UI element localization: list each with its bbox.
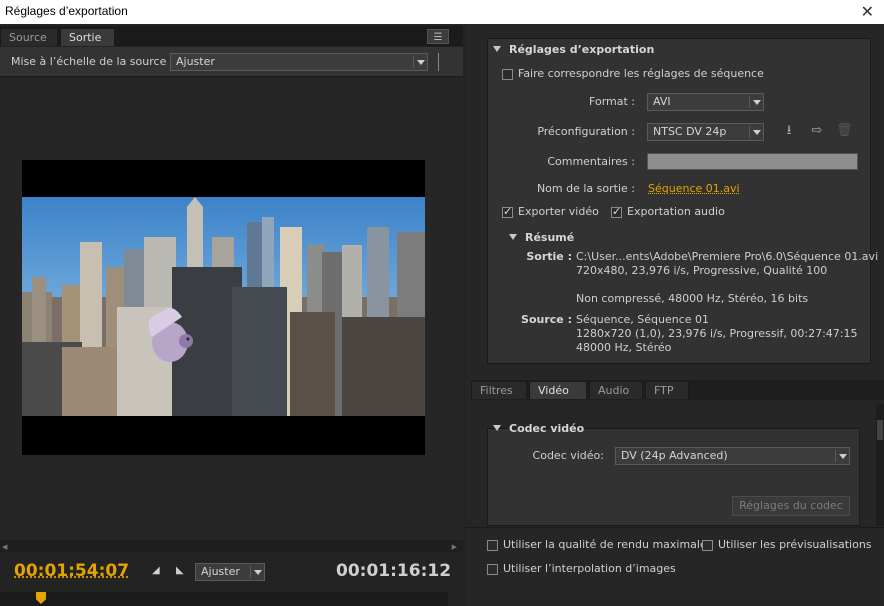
settings-vertical-scrollbar[interactable] bbox=[876, 404, 884, 526]
current-timecode[interactable]: 00:01:54:07 bbox=[14, 561, 129, 581]
set-in-point-icon[interactable]: ◢ bbox=[152, 565, 160, 576]
export-video-label: Exporter vidéo bbox=[518, 205, 599, 218]
summary-source-key: Source : bbox=[521, 313, 572, 326]
timecode-bar: 00:01:54:07 ◢ ◣ Ajuster 00:01:16:12 bbox=[0, 552, 463, 592]
match-sequence-label: Faire correspondre les réglages de séque… bbox=[518, 67, 764, 80]
timeline-scrubber[interactable] bbox=[0, 592, 448, 606]
delete-preset-icon[interactable]: 🗑 bbox=[836, 123, 853, 139]
tab-audio[interactable]: Audio bbox=[589, 381, 643, 399]
chevron-down-icon bbox=[749, 126, 761, 138]
crop-divider bbox=[438, 53, 439, 71]
tab-output[interactable]: Sortie bbox=[60, 28, 115, 46]
chevron-down-icon bbox=[749, 96, 761, 108]
window-title: Réglages d’exportation bbox=[5, 4, 128, 18]
format-value: AVI bbox=[653, 95, 671, 108]
output-name-link[interactable]: Séquence 01.avi bbox=[648, 182, 740, 195]
collapse-triangle-icon bbox=[509, 234, 517, 240]
tab-source[interactable]: Source bbox=[0, 28, 58, 46]
output-name-label: Nom de la sortie : bbox=[536, 182, 635, 195]
format-select[interactable]: AVI bbox=[647, 93, 764, 111]
playhead-icon[interactable] bbox=[36, 592, 46, 604]
collapse-triangle-icon bbox=[493, 425, 501, 431]
zoom-value: Ajuster bbox=[201, 565, 240, 578]
tab-filters[interactable]: Filtres bbox=[471, 381, 527, 399]
video-codec-label: Codec vidéo: bbox=[532, 449, 604, 462]
preset-select[interactable]: NTSC DV 24p bbox=[647, 123, 764, 141]
summary-output-key: Sortie : bbox=[526, 250, 572, 263]
window-title-bar: Réglages d’exportation ✕ bbox=[0, 0, 884, 24]
preset-value: NTSC DV 24p bbox=[653, 125, 727, 138]
max-render-quality-label: Utiliser la qualité de rendu maximale bbox=[503, 538, 707, 551]
video-preview bbox=[22, 160, 425, 455]
tab-ftp[interactable]: FTP bbox=[645, 381, 689, 399]
preset-label: Préconfiguration : bbox=[537, 125, 635, 138]
panel-menu-icon[interactable]: ☰ bbox=[427, 29, 449, 44]
use-previews-checkbox[interactable] bbox=[702, 540, 713, 551]
settings-tab-bar: Filtres Vidéo Audio FTP bbox=[471, 380, 884, 400]
format-label: Format : bbox=[589, 95, 635, 108]
use-previews-label: Utiliser les prévisualisations bbox=[718, 538, 872, 551]
summary-header[interactable]: Résumé bbox=[509, 231, 574, 244]
source-scaling-label: Mise à l’échelle de la source : bbox=[11, 55, 174, 68]
preview-horizontal-scrollbar[interactable]: ◀ ▶ bbox=[0, 540, 463, 552]
summary-source-value: Séquence, Séquence 01 1280x720 (1,0), 23… bbox=[576, 313, 858, 354]
video-codec-header[interactable]: Codec vidéo bbox=[493, 422, 584, 435]
duration-timecode: 00:01:16:12 bbox=[336, 561, 452, 581]
codec-settings-button[interactable]: Réglages du codec bbox=[732, 496, 850, 516]
export-audio-label: Exportation audio bbox=[627, 205, 725, 218]
collapse-triangle-icon bbox=[493, 46, 501, 52]
tab-video[interactable]: Vidéo bbox=[529, 381, 587, 399]
source-scaling-row: Mise à l’échelle de la source : Ajuster bbox=[0, 47, 463, 77]
chevron-down-icon bbox=[250, 566, 262, 578]
preview-tab-bar: Source Sortie ☰ bbox=[0, 26, 463, 46]
city-skyline-image bbox=[22, 197, 425, 416]
frame-blending-checkbox[interactable] bbox=[487, 564, 498, 575]
summary-output-value: C:\User...ents\Adobe\Premiere Pro\6.0\Sé… bbox=[576, 250, 879, 305]
save-preset-icon[interactable]: ⭳ bbox=[781, 123, 797, 139]
source-scaling-value: Ajuster bbox=[176, 55, 215, 68]
video-codec-select[interactable]: DV (24p Advanced) bbox=[615, 447, 850, 465]
max-render-quality-checkbox[interactable] bbox=[487, 540, 498, 551]
zoom-select[interactable]: Ajuster bbox=[195, 563, 265, 581]
comments-label: Commentaires : bbox=[547, 155, 635, 168]
source-scaling-select[interactable]: Ajuster bbox=[170, 53, 428, 71]
chevron-down-icon bbox=[413, 56, 425, 68]
chevron-down-icon bbox=[835, 450, 847, 462]
export-audio-checkbox[interactable] bbox=[611, 205, 622, 218]
import-preset-icon[interactable]: ⇨ bbox=[809, 123, 825, 139]
video-codec-value: DV (24p Advanced) bbox=[621, 449, 728, 462]
match-sequence-checkbox[interactable] bbox=[502, 69, 513, 80]
frame-blending-label: Utiliser l’interpolation d’images bbox=[503, 562, 676, 575]
scrollbar-thumb[interactable] bbox=[877, 420, 883, 440]
comments-field[interactable] bbox=[647, 153, 858, 170]
set-out-point-icon[interactable]: ◣ bbox=[176, 565, 184, 576]
export-video-checkbox[interactable] bbox=[502, 205, 513, 218]
export-settings-header[interactable]: Réglages d’exportation bbox=[493, 43, 654, 56]
close-icon[interactable]: ✕ bbox=[861, 2, 874, 21]
